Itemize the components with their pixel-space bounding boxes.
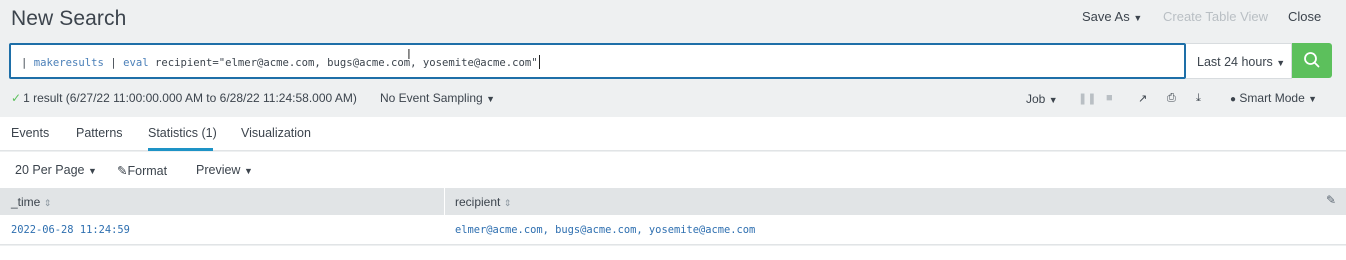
result-count-text: 1 result (6/27/22 11:00:00.000 AM to 6/2… [23,91,357,105]
table-header: _time ⇕ recipient ⇕ ✎ [0,188,1346,215]
stop-icon[interactable]: ■ [1106,92,1113,104]
sort-icon: ⇕ [43,198,52,208]
search-bar: | makeresults | eval recipient="elmer@ac… [9,43,1335,79]
chevron-down-icon: ▼ [1133,13,1143,23]
search-query[interactable]: | makeresults | eval recipient="elmer@ac… [21,55,540,69]
event-sampling-label: No Event Sampling [380,91,483,105]
column-divider[interactable] [444,188,445,215]
query-pipe: | [103,57,124,69]
per-page-dropdown[interactable]: 20 Per Page ▼ [15,163,97,177]
query-command-makeresults: makeresults [33,57,104,69]
time-range-picker[interactable]: Last 24 hours ▼ [1186,43,1292,79]
page-header: New Search Save As ▼ Create Table View C… [0,0,1346,40]
text-caret [538,55,540,69]
table-row: 2022-06-28 11:24:59 elmer@acme.com, bugs… [0,215,1346,245]
create-table-view-button[interactable]: Create Table View [1163,9,1268,24]
column-header-label: _time [11,195,41,209]
close-button[interactable]: Close [1288,9,1321,24]
format-button[interactable]: ✎Format [117,163,167,178]
chevron-down-icon: ▼ [243,166,253,176]
bulb-icon: ● [1230,94,1237,105]
per-page-label: 20 Per Page [15,163,85,177]
cell-time[interactable]: 2022-06-28 11:24:59 [11,224,130,236]
column-header-label: recipient [455,195,501,209]
pencil-icon: ✎ [117,164,128,178]
time-range-label: Last 24 hours [1197,55,1273,69]
search-mode-label: Smart Mode [1239,91,1305,105]
search-button[interactable] [1292,43,1332,78]
chevron-down-icon: ▼ [87,166,97,176]
job-label: Job [1026,92,1046,106]
chevron-down-icon: ▼ [1276,58,1286,68]
results-options: 20 Per Page ▼ ✎Format Preview ▼ [0,152,1346,188]
query-command-eval: eval [123,57,149,69]
results-tabs: Events Patterns Statistics (1) Visualiza… [0,117,1346,151]
active-tab-indicator [148,148,213,151]
query-pipe: | [21,57,34,69]
print-icon[interactable]: ⎙ [1167,92,1176,105]
job-menu[interactable]: Job ▼ [1026,92,1058,106]
tab-events[interactable]: Events [11,126,49,140]
chevron-down-icon: ▼ [486,94,495,104]
result-summary: ✓ 1 result (6/27/22 11:00:00.000 AM to 6/… [11,91,357,105]
column-header-time[interactable]: _time ⇕ [11,195,51,209]
format-label: Format [127,164,168,178]
export-icon[interactable]: ⤓ [1196,92,1201,105]
check-icon: ✓ [11,91,22,105]
search-input[interactable]: | makeresults | eval recipient="elmer@ac… [9,43,1186,79]
search-icon [1304,52,1320,68]
search-mode-dropdown[interactable]: ● Smart Mode ▼ [1230,91,1317,105]
edit-column-icon[interactable]: ✎ [1326,193,1336,207]
preview-label: Preview [196,163,241,177]
sort-icon: ⇕ [503,198,512,208]
chevron-down-icon: ▼ [1308,94,1318,104]
save-as-label: Save As [1082,9,1130,24]
cell-recipient[interactable]: elmer@acme.com, bugs@acme.com, yosemite@… [455,224,755,236]
event-sampling-dropdown[interactable]: No Event Sampling ▼ [380,91,495,105]
chevron-down-icon: ▼ [1048,95,1058,105]
results-area-background [0,246,1346,260]
tab-patterns[interactable]: Patterns [76,126,123,140]
save-as-button[interactable]: Save As ▼ [1082,9,1142,24]
share-icon[interactable]: ↗ [1138,92,1147,105]
ibeam-cursor-icon: I [407,48,411,63]
query-arguments: recipient="elmer@acme.com, bugs@acme.com… [148,57,538,69]
tab-visualization[interactable]: Visualization [241,126,311,140]
preview-dropdown[interactable]: Preview ▼ [196,163,253,177]
tab-statistics[interactable]: Statistics (1) [148,126,217,140]
pause-icon[interactable]: ❚❚ [1078,92,1096,105]
page-title: New Search [11,7,127,30]
status-bar: ✓ 1 result (6/27/22 11:00:00.000 AM to 6/… [0,90,1346,108]
column-header-recipient[interactable]: recipient ⇕ [455,195,511,209]
